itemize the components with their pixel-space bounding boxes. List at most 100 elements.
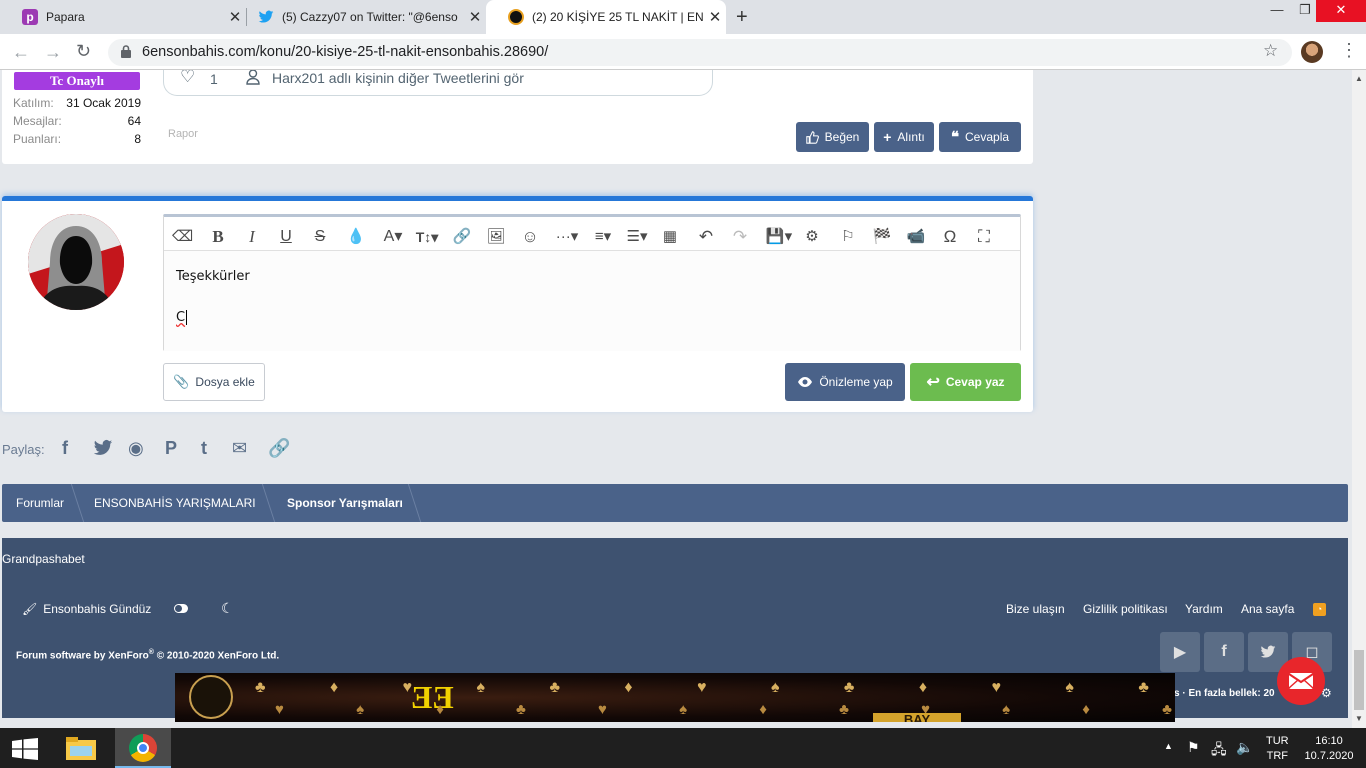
smiley-icon[interactable]: ☺ [520, 227, 540, 247]
breadcrumb-item[interactable]: Forumlar [16, 484, 64, 522]
vertical-scrollbar[interactable]: ▲ ▼ [1352, 70, 1366, 728]
clock-time: 16:10 [1315, 735, 1343, 747]
tab-twitter[interactable]: (5) Cazzy07 on Twitter: "@6enso ✕ [236, 0, 486, 34]
bookmark-star-icon[interactable]: ☆ [1263, 41, 1278, 61]
browser-tab-bar: p Papara ✕ (5) Cazzy07 on Twitter: "@6en… [0, 0, 1366, 34]
preview-button[interactable]: Önizleme yap [785, 363, 905, 401]
drafts-icon[interactable]: 💾▾ [764, 227, 794, 247]
breadcrumb-item[interactable]: Sponsor Yarışmaları [287, 484, 403, 522]
scroll-up-icon[interactable]: ▲ [1355, 74, 1363, 83]
submit-label: Cevap yaz [945, 375, 1005, 389]
stat-row: Katılım: 31 Ocak 2019 [13, 96, 141, 114]
font-size-icon[interactable]: T↕▾ [412, 227, 442, 247]
banner-logo [189, 675, 233, 719]
attach-file-button[interactable]: 📎 Dosya ekle [163, 363, 265, 401]
volume-icon[interactable]: 🔈 [1236, 739, 1253, 756]
footer-site-name[interactable]: Grandpashabet [2, 552, 85, 566]
style-chooser[interactable]: 🖌 Ensonbahis Gündüz [22, 602, 151, 616]
tumblr-icon[interactable]: t [201, 438, 207, 459]
underline-icon[interactable]: U [276, 227, 296, 247]
link-icon[interactable]: 🔗 [452, 227, 472, 247]
floating-mail-button[interactable] [1277, 657, 1325, 705]
flag-icon[interactable]: ⚐ [838, 227, 858, 247]
stat-row: Mesajlar: 64 [13, 114, 141, 132]
reddit-icon[interactable]: ◉ [128, 438, 144, 459]
scrollbar-thumb[interactable] [1354, 650, 1364, 710]
redo-icon[interactable]: ↷ [730, 227, 750, 247]
copyright-suffix: © 2010-2020 XenForo Ltd. [153, 650, 280, 662]
network-icon[interactable]: 🖧 [1211, 739, 1227, 763]
tweet-more-link[interactable]: Harx201 adlı kişinin diğer Tweetlerini g… [272, 70, 524, 86]
checkered-flag-icon[interactable]: 🏁 [872, 227, 892, 247]
footer-link-privacy[interactable]: Gizlilik politikası [1083, 602, 1168, 616]
italic-icon[interactable]: I [242, 227, 262, 247]
rich-text-editor: ⌫ B I U S 💧 A▾ T↕▾ 🔗 🖼 ☺ ···▾ ≡▾ ☰▾ ▦ ↶ … [163, 214, 1021, 351]
editor-content[interactable]: Teşekkürler C [164, 251, 1020, 351]
special-char-icon[interactable]: Ω [940, 227, 960, 247]
footer-link-help[interactable]: Yardım [1185, 602, 1223, 616]
minimize-icon[interactable]: — [1262, 2, 1292, 17]
email-icon[interactable]: ✉ [232, 438, 247, 459]
table-icon[interactable]: ▦ [660, 227, 680, 247]
image-icon[interactable]: 🖼 [486, 227, 506, 247]
windows-start-icon[interactable] [12, 738, 38, 760]
back-icon[interactable]: ← [12, 42, 30, 63]
reply-button[interactable]: ❝ Cevapla [939, 122, 1021, 152]
url-text[interactable]: 6ensonbahis.com/konu/20-kisiye-25-tl-nak… [142, 44, 548, 60]
menu-icon[interactable]: ⋮ [1340, 40, 1358, 61]
window-close-icon[interactable]: ✕ [1316, 0, 1366, 22]
heart-icon[interactable]: ♡ [180, 70, 195, 87]
like-button[interactable]: Beğen [796, 122, 869, 152]
quote-marks-icon: ❝ [950, 129, 960, 146]
undo-icon[interactable]: ↶ [696, 227, 716, 247]
link-share-icon[interactable]: 🔗 [268, 438, 290, 459]
youtube-icon[interactable]: ▶ [1160, 632, 1200, 672]
reply-arrow-icon: ↩ [926, 374, 940, 391]
font-family-icon[interactable]: A▾ [378, 227, 408, 247]
editor-toolbar: ⌫ B I U S 💧 A▾ T↕▾ 🔗 🖼 ☺ ···▾ ≡▾ ☰▾ ▦ ↶ … [164, 217, 1020, 251]
strikethrough-icon[interactable]: S [310, 227, 330, 247]
new-tab-icon[interactable]: + [736, 6, 748, 29]
footer-link-home[interactable]: Ana sayfa [1241, 602, 1294, 616]
more-options-icon[interactable]: ···▾ [552, 227, 582, 247]
quote-button[interactable]: + Alıntı [874, 122, 934, 152]
ensonbahis-favicon [508, 9, 524, 25]
profile-avatar[interactable] [1301, 41, 1323, 63]
submit-reply-button[interactable]: ↩ Cevap yaz [910, 363, 1021, 401]
tray-flag-icon[interactable]: ⚑ [1187, 739, 1200, 756]
video-icon[interactable]: 📹 [906, 227, 926, 247]
footer-link-contact[interactable]: Bize ulaşın [1006, 602, 1065, 616]
rss-icon[interactable]: ◔ [1313, 603, 1326, 616]
scroll-down-icon[interactable]: ▼ [1355, 714, 1363, 723]
pinterest-icon[interactable]: P [165, 438, 177, 459]
breadcrumb-item[interactable]: ENSONBAHİS YARIŞMALARI [94, 484, 256, 522]
eraser-icon[interactable]: ⌫ [172, 227, 193, 247]
user-stats: Katılım: 31 Ocak 2019 Mesajlar: 64 Puanl… [13, 96, 141, 150]
fullscreen-icon[interactable]: ⛶ [974, 227, 994, 247]
align-icon[interactable]: ≡▾ [588, 227, 618, 247]
ad-banner[interactable]: ƎƎ ♣ ♦ ♥ ♠ ♣ ♦ ♥ ♠ ♣ ♦ ♥ ♠ ♣ ♦ ♥ ♠ ♣ ♦ ♥… [175, 673, 1175, 722]
facebook-footer-icon[interactable]: f [1204, 632, 1244, 672]
tray-expand-icon[interactable]: ▲ [1164, 741, 1173, 751]
bold-icon[interactable]: B [208, 227, 228, 247]
report-link[interactable]: Rapor [168, 128, 198, 140]
toggle-icon[interactable] [174, 604, 188, 613]
text-color-icon[interactable]: 💧 [346, 227, 366, 247]
close-icon[interactable]: ✕ [704, 8, 726, 26]
list-icon[interactable]: ☰▾ [622, 227, 652, 247]
chrome-taskbar-button[interactable] [115, 728, 171, 768]
tab-ensonbahis-active[interactable]: (2) 20 KİŞİYE 25 TL NAKİT | ENSO ✕ [486, 0, 726, 34]
system-clock[interactable]: 16:10 10.7.2020 [1300, 734, 1358, 764]
moon-icon[interactable]: ☾ [221, 600, 234, 617]
twitter-share-icon[interactable] [93, 438, 113, 458]
file-explorer-icon[interactable] [64, 734, 98, 762]
facebook-icon[interactable]: f [62, 438, 68, 459]
lock-icon[interactable] [121, 45, 131, 58]
settings-icon[interactable]: ⚙ [802, 227, 822, 247]
input-language[interactable]: TUR TRF [1266, 734, 1289, 764]
reload-icon[interactable]: ↻ [76, 41, 91, 62]
close-icon[interactable]: ✕ [464, 8, 486, 26]
tab-papara[interactable]: p Papara ✕ [0, 0, 246, 34]
forward-icon[interactable]: → [44, 42, 62, 63]
user-avatar [28, 214, 124, 310]
